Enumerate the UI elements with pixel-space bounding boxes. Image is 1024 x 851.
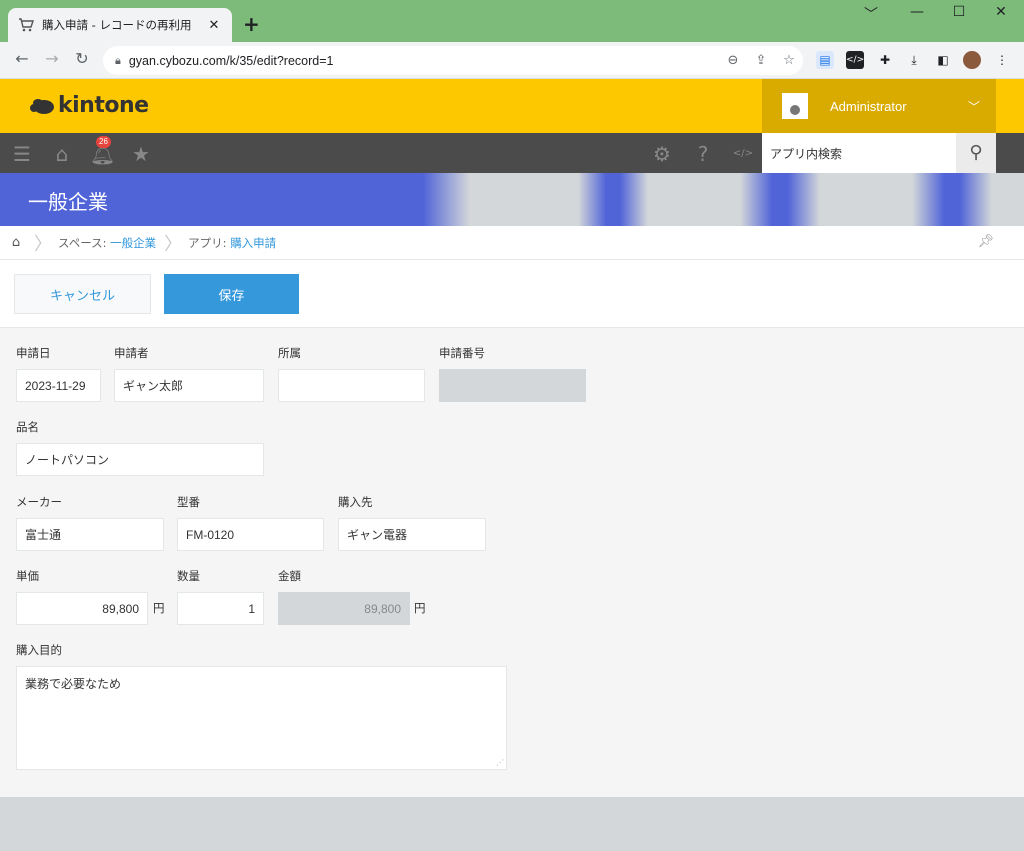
chevron-down-icon: ﹀: [967, 99, 980, 114]
new-tab-button[interactable]: +: [243, 12, 260, 36]
code-icon[interactable]: </>: [731, 143, 755, 165]
pin-icon[interactable]: 📌︎: [977, 234, 994, 249]
reload-icon[interactable]: ↻: [70, 49, 94, 68]
menu-kebab-icon[interactable]: ⋮: [993, 51, 1011, 69]
breadcrumb-separator: 〉: [34, 233, 52, 255]
sidepanel-icon[interactable]: ◧: [934, 51, 952, 69]
user-menu[interactable]: Administrator ﹀: [762, 79, 996, 133]
kintone-nav-bar: ☰ ⌂ 🔔︎ 26 ★ ⚙ ? </> アプリ内検索 ⚲: [0, 133, 1024, 173]
breadcrumb-space[interactable]: スペース: 一般企業: [58, 235, 156, 251]
item-name-label: 品名: [16, 420, 39, 434]
maker-field[interactable]: 富士通: [16, 518, 164, 551]
app-search-input[interactable]: アプリ内検索: [762, 133, 956, 173]
banner-stripe: [912, 173, 992, 226]
zoom-icon[interactable]: ⊖: [719, 53, 747, 68]
vendor-label: 購入先: [338, 495, 373, 509]
purpose-label: 購入目的: [16, 643, 62, 657]
space-banner: 一般企業: [0, 173, 1024, 226]
help-icon[interactable]: ?: [691, 143, 715, 165]
cancel-button[interactable]: キャンセル: [14, 274, 151, 314]
application-number-field: [439, 369, 586, 402]
user-avatar: [782, 93, 808, 119]
unit-price-label: 単価: [16, 569, 39, 583]
notification-badge: 26: [96, 136, 111, 148]
unit-price-field[interactable]: 89,800: [16, 592, 148, 625]
puzzle-icon[interactable]: ✚: [876, 51, 894, 69]
item-name-field[interactable]: ノートパソコン: [16, 443, 264, 476]
profile-avatar[interactable]: [963, 51, 981, 69]
date-label: 申請日: [16, 346, 51, 360]
department-field[interactable]: [278, 369, 425, 402]
url-text: gyan.cybozu.com/k/35/edit?record=1: [128, 53, 334, 68]
model-number-field[interactable]: FM-0120: [177, 518, 324, 551]
share-icon[interactable]: ⇪: [747, 53, 775, 68]
maximize-button[interactable]: ☐: [944, 4, 974, 20]
bookmark-star-icon[interactable]: ☆: [775, 53, 803, 68]
kintone-logo[interactable]: kintone: [30, 93, 149, 118]
breadcrumb-space-link[interactable]: 一般企業: [110, 236, 156, 250]
extension-icon[interactable]: ▤: [816, 51, 834, 69]
browser-tab[interactable]: 購入申請 - レコードの再利用 ✕: [8, 8, 232, 42]
quantity-field[interactable]: 1: [177, 592, 264, 625]
breadcrumb-separator: 〉: [164, 233, 183, 255]
breadcrumb-app-link[interactable]: 購入申請: [230, 236, 276, 250]
lock-icon: 🔒︎: [115, 53, 121, 67]
browser-toolbar: ← → ↻ 🔒︎ gyan.cybozu.com/k/35/edit?recor…: [0, 42, 1024, 79]
tab-search-icon[interactable]: ﹀: [856, 4, 886, 24]
unit-price-unit: 円: [153, 601, 165, 615]
purpose-text: 業務で必要なため: [25, 677, 122, 691]
hamburger-menu-icon[interactable]: ☰: [10, 143, 34, 165]
favorites-star-icon[interactable]: ★: [129, 143, 153, 165]
breadcrumb: ⌂ 〉 スペース: 一般企業 〉 アプリ: 購入申請 📌︎: [0, 226, 1024, 260]
kintone-logo-text: kintone: [58, 93, 149, 118]
home-icon[interactable]: ⌂: [50, 143, 74, 165]
search-icon[interactable]: ⚲: [956, 133, 996, 173]
model-number-label: 型番: [177, 495, 200, 509]
application-number-label: 申請番号: [439, 346, 485, 360]
kintone-header: kintone Administrator ﹀: [0, 79, 1024, 133]
browser-tab-strip: 購入申請 - レコードの再利用 ✕ + ﹀ — ☐ ✕: [0, 0, 1024, 42]
save-button[interactable]: 保存: [164, 274, 299, 314]
date-field[interactable]: 2023-11-29: [16, 369, 101, 402]
close-window-button[interactable]: ✕: [986, 4, 1016, 20]
gear-icon[interactable]: ⚙: [650, 143, 674, 165]
maker-label: メーカー: [16, 495, 62, 509]
forward-arrow-icon[interactable]: →: [40, 49, 64, 68]
banner-stripe: [740, 173, 820, 226]
address-bar[interactable]: 🔒︎ gyan.cybozu.com/k/35/edit?record=1 ⊖ …: [103, 46, 803, 75]
download-icon[interactable]: ⤓: [905, 51, 923, 69]
purpose-textarea[interactable]: 業務で必要なため ⋰: [16, 666, 507, 770]
banner-stripe: [578, 173, 648, 226]
tab-title: 購入申請 - レコードの再利用: [42, 18, 192, 32]
user-name: Administrator: [830, 98, 907, 114]
breadcrumb-app[interactable]: アプリ: 購入申請: [188, 235, 276, 251]
amount-label: 金額: [278, 569, 301, 583]
tab-close-icon[interactable]: ✕: [206, 18, 222, 33]
vendor-field[interactable]: ギャン電器: [338, 518, 486, 551]
devtools-extension-icon[interactable]: </>: [846, 51, 864, 69]
applicant-label: 申請者: [114, 346, 149, 360]
kintone-logo-icon: [30, 98, 54, 114]
breadcrumb-home-icon[interactable]: ⌂: [0, 235, 32, 250]
record-action-bar: キャンセル 保存: [0, 260, 1024, 328]
cart-icon: [19, 18, 34, 32]
applicant-field[interactable]: ギャン太郎: [114, 369, 264, 402]
amount-field: 89,800: [278, 592, 410, 625]
back-arrow-icon[interactable]: ←: [10, 49, 34, 68]
space-title: 一般企業: [28, 190, 108, 214]
department-label: 所属: [278, 346, 301, 360]
amount-unit: 円: [414, 601, 426, 615]
record-form: 申請日 2023-11-29 申請者 ギャン太郎 所属 申請番号 品名 ノートパ…: [0, 328, 1024, 797]
minimize-button[interactable]: —: [902, 4, 932, 20]
quantity-label: 数量: [177, 569, 200, 583]
resize-handle-icon[interactable]: ⋰: [496, 758, 504, 767]
